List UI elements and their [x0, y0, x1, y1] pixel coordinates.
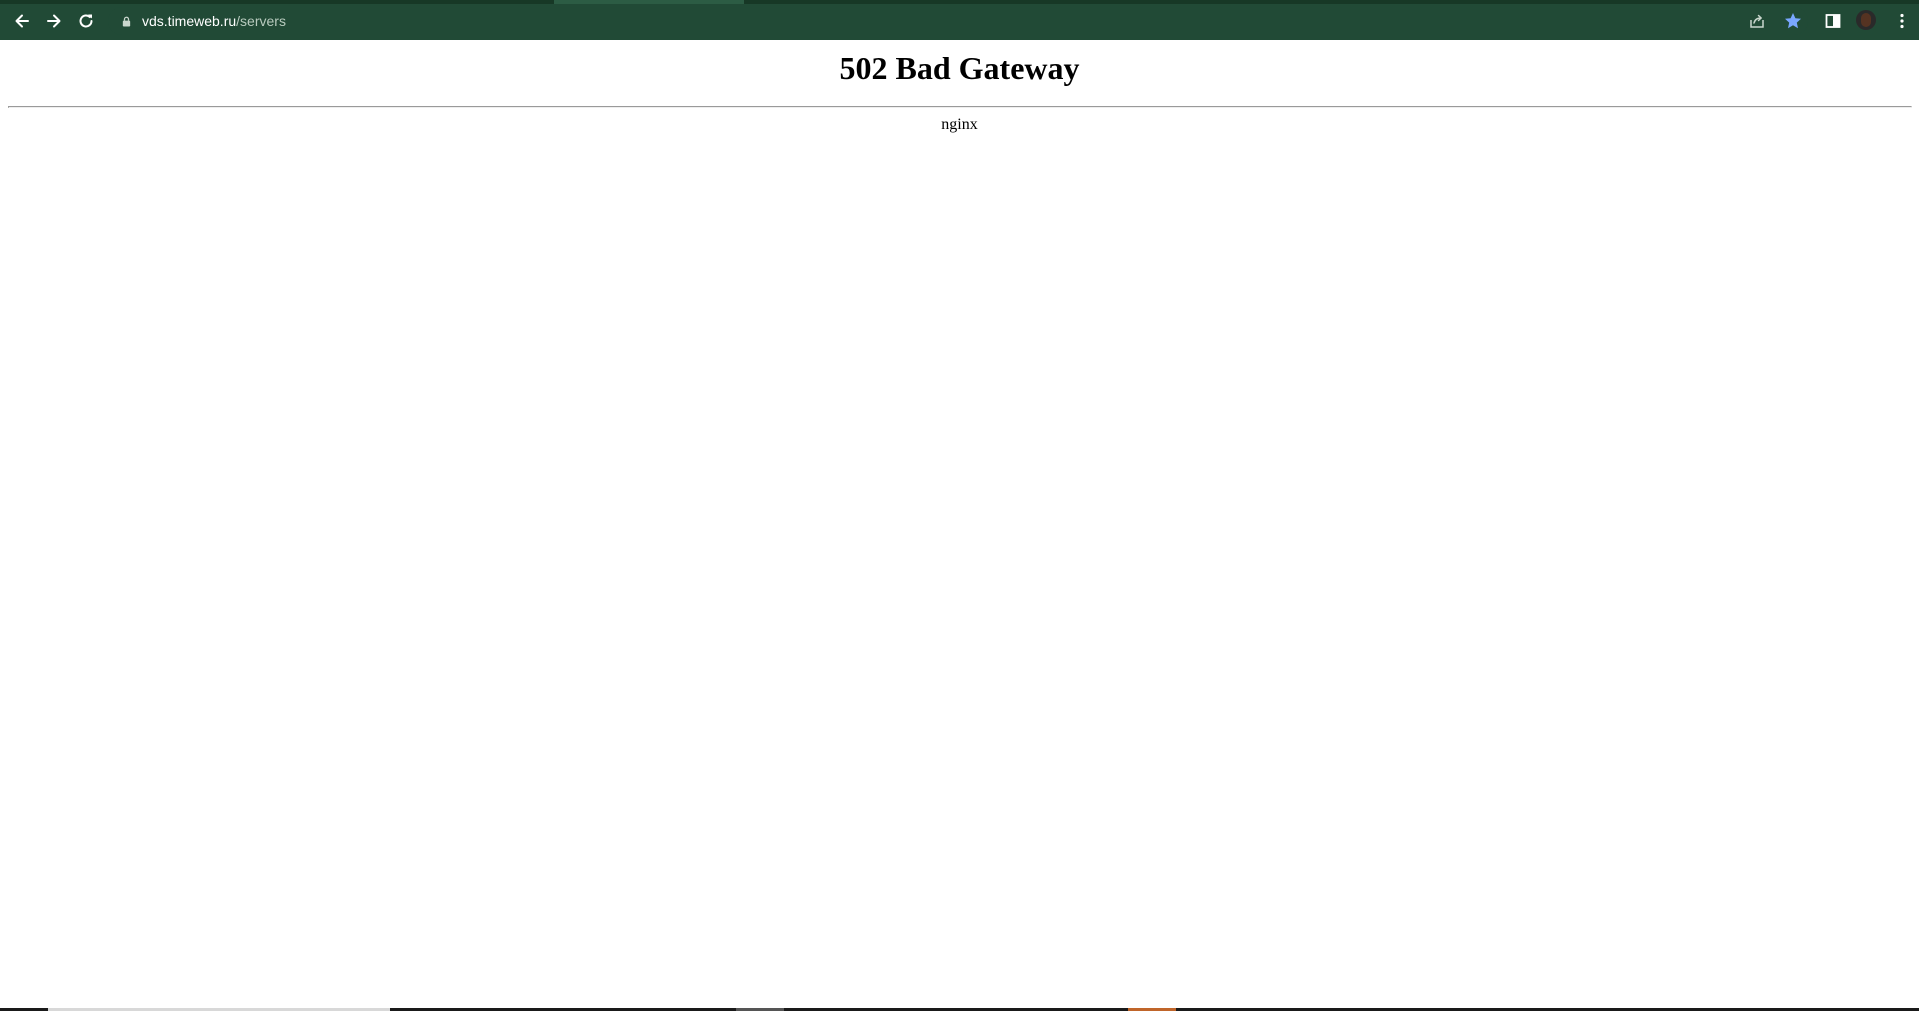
browser-toolbar: vds.timeweb.ru/servers [0, 0, 1919, 40]
lock-icon[interactable] [120, 15, 132, 27]
active-tab[interactable] [554, 0, 744, 4]
divider [8, 106, 1912, 108]
address-bar[interactable]: vds.timeweb.ru/servers [108, 7, 1808, 35]
tab-strip [0, 0, 1919, 4]
star-icon[interactable] [1783, 11, 1803, 31]
url-path: /servers [236, 13, 286, 29]
url-text: vds.timeweb.ru/servers [142, 13, 286, 29]
server-name: nginx [941, 116, 978, 133]
kebab-menu-icon[interactable] [1892, 11, 1912, 31]
page-content: 502 Bad Gateway nginx [0, 40, 1919, 1008]
side-panel-icon[interactable] [1824, 12, 1842, 30]
reload-icon [79, 14, 93, 28]
arrow-left-icon [15, 14, 29, 28]
arrow-right-icon [47, 14, 61, 28]
back-button[interactable] [8, 7, 36, 35]
forward-button[interactable] [40, 7, 68, 35]
url-host: vds.timeweb.ru [142, 13, 237, 29]
reload-button[interactable] [72, 7, 100, 35]
avatar[interactable] [1856, 10, 1876, 30]
page-title: 502 Bad Gateway [839, 50, 1080, 86]
share-icon[interactable] [1748, 12, 1766, 30]
